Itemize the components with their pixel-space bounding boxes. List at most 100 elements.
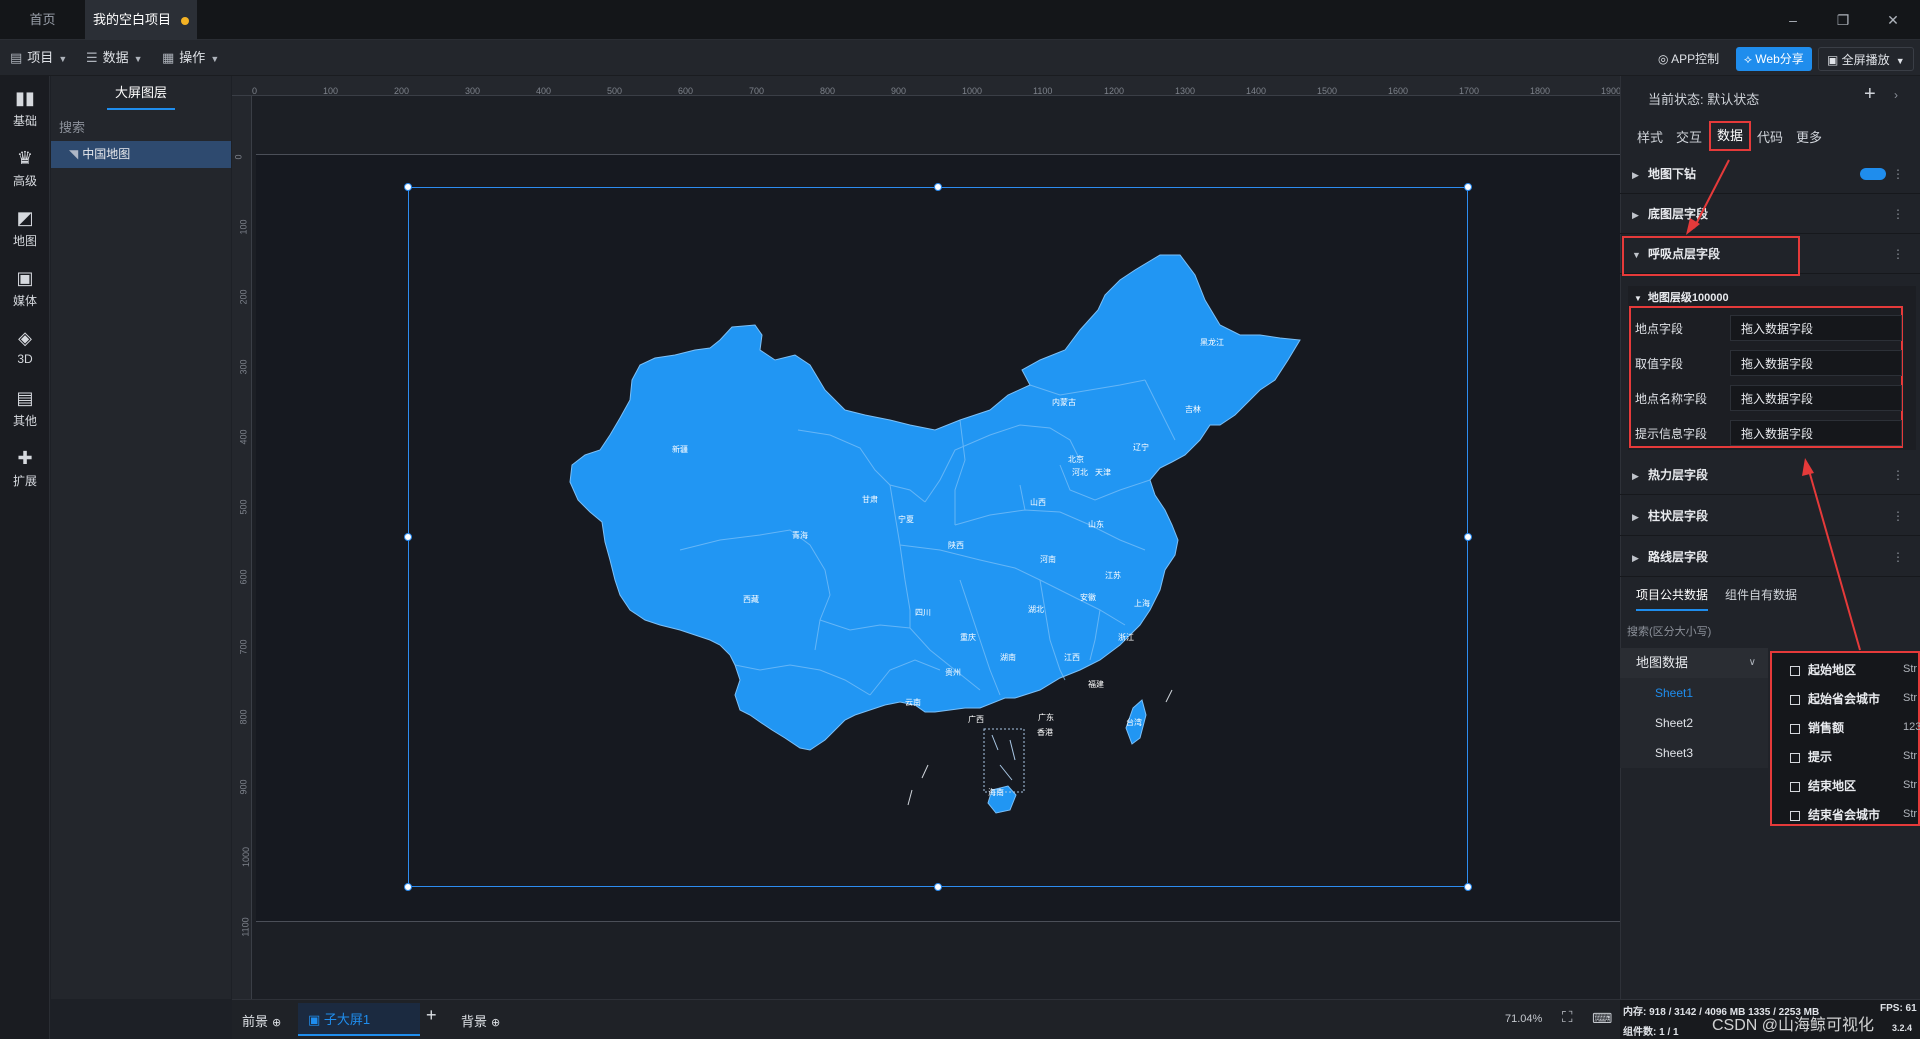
ruler-tick-label: 1900 <box>1601 86 1622 96</box>
column-type: Str <box>1903 779 1918 791</box>
background-tab[interactable]: 背景 ⊕ <box>461 1011 500 1030</box>
annotation-arrow-line <box>1807 466 1861 651</box>
sidebar-item-3d[interactable]: ◈ 3D <box>0 320 50 378</box>
menu-operate[interactable]: ▦ 操作 ▼ <box>162 40 219 76</box>
menu-project-label: 项目 <box>27 50 54 65</box>
tab-code[interactable]: 代码 <box>1757 127 1783 146</box>
tab-project-label: 我的空白项目 <box>92 12 171 27</box>
share-icon: ⟡ <box>1744 52 1756 66</box>
sidebar-item-label: 扩展 <box>12 474 37 488</box>
ruler-tick-label: 600 <box>238 569 249 585</box>
column-item[interactable]: 结束地区 <box>1790 772 1920 800</box>
web-share-button[interactable]: ⟡ Web分享 <box>1736 47 1812 71</box>
sidebar-item-advanced[interactable]: ♛ 高级 <box>0 140 50 198</box>
tab-home[interactable]: 首页 <box>0 0 85 40</box>
sidebar-item-label: 高级 <box>12 174 37 188</box>
layers-title[interactable]: 大屏图层 <box>51 76 231 110</box>
ruler-tick-label: 100 <box>238 219 249 235</box>
horizontal-ruler[interactable] <box>232 76 1620 96</box>
sidebar-item-label: 地图 <box>12 234 37 248</box>
fullscreen-label: 全屏播放 <box>1841 53 1890 67</box>
resize-handle[interactable] <box>1464 883 1472 891</box>
checkbox-icon[interactable] <box>1790 723 1800 734</box>
tab-interaction[interactable]: 交互 <box>1676 127 1702 146</box>
selection-box[interactable] <box>408 187 1468 887</box>
column-label: 销售额 <box>1808 721 1845 735</box>
add-icon[interactable]: ⊕ <box>491 1017 500 1029</box>
child-screen-tab[interactable]: ▣ 子大屏1 <box>298 1003 420 1036</box>
sheet-item[interactable]: Sheet1 <box>1655 686 1693 700</box>
restore-button[interactable]: ❐ <box>1820 0 1866 40</box>
annotation-arrow-head <box>1802 458 1814 476</box>
version: 3.2.4 <box>1892 1023 1913 1033</box>
ruler-tick-label: 400 <box>536 86 552 96</box>
app-control-label: APP控制 <box>1671 52 1720 66</box>
resize-handle[interactable] <box>404 533 412 541</box>
column-label: 结束地区 <box>1808 779 1857 793</box>
chevron-right-icon[interactable]: › <box>1894 88 1898 102</box>
ruler-tick-label: 1100 <box>1033 86 1053 96</box>
ruler-tick-label: 1800 <box>1530 86 1551 96</box>
tab-style[interactable]: 样式 <box>1637 127 1663 146</box>
resize-handle[interactable] <box>934 883 942 891</box>
layers-search[interactable]: 搜索 <box>59 117 85 136</box>
ruler-tick-label: 600 <box>678 86 694 96</box>
resize-handle[interactable] <box>404 183 412 191</box>
sidebar-item-other[interactable]: ▤ 其他 <box>0 380 50 438</box>
sidebar-item-extend[interactable]: ✚ 扩展 <box>0 440 50 498</box>
tab-project[interactable]: 我的空白项目 <box>85 0 197 40</box>
foreground-tab[interactable]: 前景 ⊕ <box>242 1011 281 1030</box>
add-screen-button[interactable]: + <box>426 1005 437 1026</box>
tab-data[interactable]: 数据 <box>1709 121 1751 151</box>
sheet-item[interactable]: Sheet3 <box>1655 746 1693 760</box>
resize-handle[interactable] <box>404 883 412 891</box>
tab-more[interactable]: 更多 <box>1796 127 1822 146</box>
layer-item-china-map[interactable]: ◥ 中国地图 <box>51 141 231 168</box>
sheet-item[interactable]: Sheet2 <box>1655 716 1693 730</box>
column-item[interactable]: 结束省会城市 <box>1790 801 1920 829</box>
canvas-bottom-bar <box>232 999 1620 1039</box>
title-bar <box>0 0 1920 40</box>
add-state-button[interactable]: + <box>1864 83 1876 106</box>
database-icon: ☰ <box>86 50 98 65</box>
app-control-button[interactable]: ◎ APP控制 <box>1650 47 1727 71</box>
add-icon[interactable]: ⊕ <box>272 1017 281 1029</box>
web-share-label: Web分享 <box>1755 52 1804 66</box>
resize-handle[interactable] <box>934 183 942 191</box>
ruler-tick-label: 1000 <box>241 846 252 868</box>
zoom-level[interactable]: 71.04% <box>1505 1013 1542 1025</box>
sidebar-item-media[interactable]: ▣ 媒体 <box>0 260 50 318</box>
checkbox-icon[interactable] <box>1790 781 1800 792</box>
ruler-tick-label: 100 <box>323 86 339 96</box>
resize-handle[interactable] <box>1464 533 1472 541</box>
chevron-down-icon: ▼ <box>133 54 143 64</box>
fullscreen-button[interactable]: ▣ 全屏播放 ▼ <box>1818 47 1914 71</box>
column-label: 提示 <box>1808 750 1833 764</box>
menu-project[interactable]: ▤ 项目 ▼ <box>10 40 67 76</box>
ruler-tick-label: 500 <box>238 499 249 515</box>
chevron-down-icon: ▼ <box>58 54 68 64</box>
cube-icon: ◈ <box>18 328 32 348</box>
state-value[interactable]: 默认状态 <box>1707 92 1759 107</box>
menu-data[interactable]: ☰ 数据 ▼ <box>86 40 143 76</box>
fit-screen-icon[interactable]: ⛶ <box>1562 1009 1573 1026</box>
watermark: CSDN @山海鲸可视化 <box>1712 1017 1875 1034</box>
ruler-tick-label: 500 <box>607 86 623 96</box>
annotation-arrow-line <box>1693 159 1730 229</box>
map-icon: ◥ <box>69 147 79 161</box>
minimize-button[interactable]: – <box>1770 0 1816 40</box>
column-item[interactable]: 销售额 <box>1790 714 1920 742</box>
checkbox-icon[interactable] <box>1790 752 1800 763</box>
sidebar-item-map[interactable]: ◩ 地图 <box>0 200 50 258</box>
keyboard-icon[interactable]: ⌨ <box>1592 1010 1612 1027</box>
ruler-tick-label: 1100 <box>240 917 251 937</box>
column-item[interactable]: 提示 <box>1790 743 1920 771</box>
checkbox-icon[interactable] <box>1790 810 1800 821</box>
sidebar-item-basic[interactable]: ▮▮ 基础 <box>0 80 50 138</box>
close-button[interactable]: ✕ <box>1870 0 1916 40</box>
resize-handle[interactable] <box>1464 183 1472 191</box>
column-item[interactable]: 起始省会城市 <box>1790 685 1920 713</box>
sidebar-item-label: 其他 <box>12 414 37 428</box>
file-icon: ▤ <box>10 50 23 65</box>
checkbox-icon[interactable] <box>1790 694 1800 705</box>
